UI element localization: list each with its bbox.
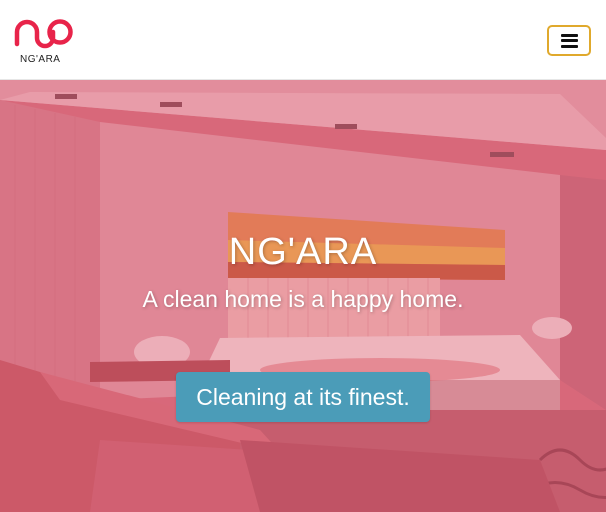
hero-section: NG'ARA A clean home is a happy home. Cle… [0,80,606,512]
cta-button[interactable]: Cleaning at its finest. [176,372,430,422]
hamburger-menu-icon [560,33,578,48]
logo-text: NG'ARA [20,54,61,65]
brand-logo[interactable]: NG'ARA [14,14,74,66]
navbar: NG'ARA [0,0,606,80]
menu-toggle-button[interactable] [547,25,591,56]
hero-subtitle: A clean home is a happy home. [142,286,464,312]
hero-title: NG'ARA [228,231,378,273]
logo-mark-icon [14,19,73,49]
